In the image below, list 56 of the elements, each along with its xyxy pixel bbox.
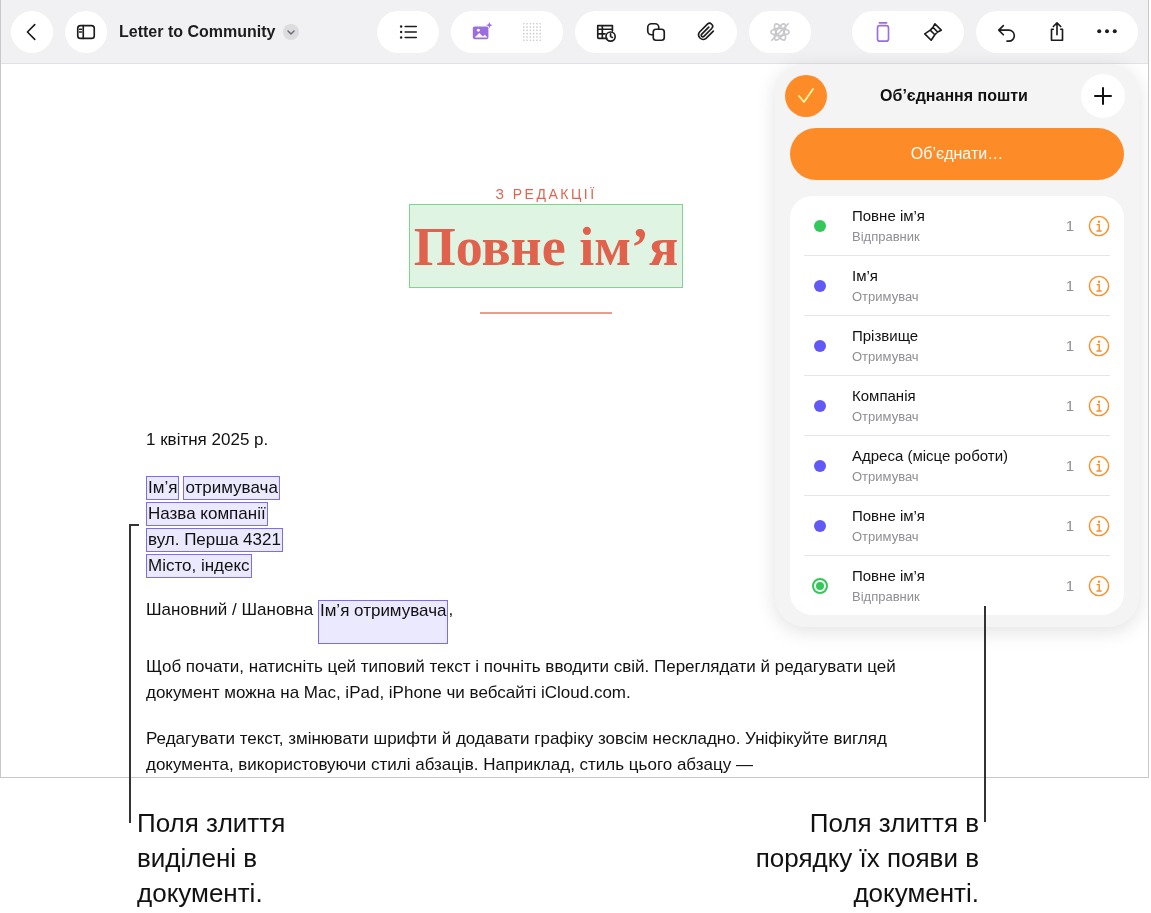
field-role: Отримувач bbox=[852, 409, 920, 424]
paragraph: Щоб почати, натисніть цей типовий текст і почніть вводити свій. Переглядати й редагувати цей документ можна на Mac, iPad, iPhone чи вебсайті iCloud.com. bbox=[146, 656, 897, 704]
callout-text: Поля злиття в порядку їх появи в документі. bbox=[755, 807, 979, 910]
field-count: 1 bbox=[1065, 577, 1074, 594]
body-text: Шановний / Шановна bbox=[146, 600, 315, 619]
info-icon[interactable] bbox=[1088, 334, 1110, 357]
info-icon[interactable] bbox=[1088, 394, 1110, 417]
field-role: Відправник bbox=[852, 229, 921, 244]
field-count: 1 bbox=[1065, 397, 1074, 414]
field-role: Отримувач bbox=[852, 469, 920, 484]
field-count: 1 bbox=[1065, 217, 1074, 234]
document-title[interactable]: Letter to Community bbox=[119, 22, 276, 41]
field-name[interactable]: Повне ім’я bbox=[852, 507, 1066, 524]
field-count: 1 bbox=[1065, 277, 1074, 294]
panel-title: Об’єднання пошти bbox=[880, 87, 1028, 105]
merge-field[interactable]: Назва компанії bbox=[146, 502, 268, 526]
info-icon[interactable] bbox=[1088, 574, 1110, 597]
date-text: 1 квітня 2025 р. bbox=[146, 430, 270, 450]
merge-field[interactable]: Ім’я bbox=[146, 476, 180, 500]
sidebar-button[interactable] bbox=[65, 10, 107, 53]
field-count: 1 bbox=[1065, 337, 1074, 354]
info-icon[interactable] bbox=[1088, 274, 1110, 297]
merge-field[interactable]: Ім’я отримувача bbox=[317, 600, 449, 644]
merge-field[interactable]: вул. Перша 4321 bbox=[146, 528, 283, 552]
body-text: , bbox=[448, 600, 454, 619]
dot-grid-icon bbox=[521, 20, 543, 43]
field-name[interactable]: Компанія bbox=[852, 387, 1066, 404]
field-name[interactable]: Прізвище bbox=[852, 327, 1066, 344]
chevron-down-icon[interactable] bbox=[283, 23, 300, 40]
field-role: Отримувач bbox=[852, 349, 920, 364]
info-icon[interactable] bbox=[1088, 214, 1110, 237]
field-name[interactable]: Адреса (місце роботи) bbox=[852, 447, 1066, 464]
info-icon[interactable] bbox=[1088, 514, 1110, 537]
merge-field[interactable]: Місто, індекс bbox=[146, 554, 252, 578]
back-button[interactable] bbox=[11, 10, 53, 53]
paperclip-icon bbox=[695, 20, 717, 43]
merge-field[interactable]: отримувача bbox=[183, 476, 280, 500]
brush-icon bbox=[922, 20, 944, 43]
field-name[interactable]: Ім’я bbox=[852, 267, 1066, 284]
field-role: Отримувач bbox=[852, 529, 920, 544]
done-button[interactable] bbox=[785, 75, 827, 117]
add-button[interactable] bbox=[1081, 74, 1125, 118]
field-role: Отримувач bbox=[852, 289, 920, 304]
shapes-icon bbox=[645, 20, 667, 43]
field-count: 1 bbox=[1065, 457, 1074, 474]
field-name[interactable]: Повне ім’я bbox=[852, 207, 1066, 224]
section-label: З РЕДАКЦІЇ bbox=[495, 186, 597, 202]
paragraph: Редагувати текст, змінювати шрифти й додавати графіку зовсім нескладно. Уніфікуйте вигляд документа, використовуючи стилі абзаців. Наприклад, стиль цього абзацу — bbox=[146, 728, 888, 776]
atom-icon bbox=[769, 20, 791, 43]
field-name[interactable]: Повне ім’я bbox=[852, 567, 1066, 584]
field-count: 1 bbox=[1065, 517, 1074, 534]
info-icon[interactable] bbox=[1088, 454, 1110, 477]
field-role: Відправник bbox=[852, 589, 921, 604]
callout-text: Поля злиття виділені в документі. bbox=[137, 807, 286, 910]
plus-icon bbox=[1091, 84, 1115, 108]
more-icon bbox=[1097, 29, 1117, 34]
